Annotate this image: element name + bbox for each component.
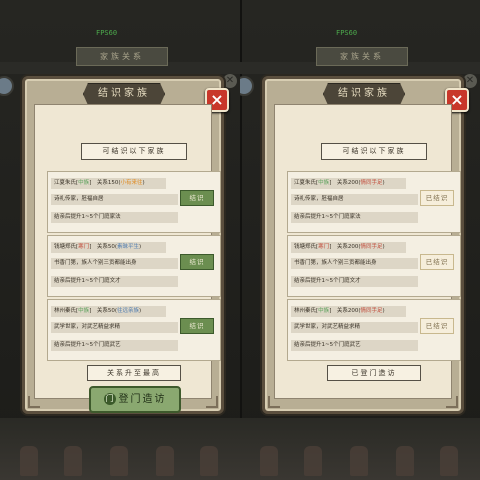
- dialog-title: 结识家族: [83, 83, 165, 105]
- corner-ornament: [446, 396, 458, 408]
- corner-ornament: [268, 396, 280, 408]
- background-title: 家族关系: [316, 47, 408, 66]
- family-name-row: 江夏朱氏[中族] 关系200(情同手足): [291, 178, 406, 189]
- background-footer: [0, 418, 240, 480]
- dialog-body: 可结识以下家族 江夏朱氏[中族] 关系150(小有来往) 诗礼传家，胚福自居 结…: [34, 104, 221, 413]
- relation-max-label: 关系升至最高: [87, 365, 181, 381]
- figure-icon: [260, 446, 278, 476]
- visited-label: 已登门造访: [327, 365, 421, 381]
- screen-left: FPS60 家族关系 ✕ 结识家族 × 可结识以下家族 江夏朱氏[中族] 关系1…: [0, 0, 240, 480]
- befriended-badge: 已结识: [420, 190, 454, 206]
- family-card: 江夏朱氏[中族] 关系150(小有来往) 诗礼传家，胚福自居 结亲后提升1~5个…: [47, 171, 221, 233]
- befriend-button[interactable]: 结识: [180, 254, 214, 270]
- family-card: 林州秦氏[中族] 关系200(情同手足) 武学世家，对武艺精益求精 结亲后提升1…: [287, 299, 461, 361]
- family-bonus: 结亲后提升1~5个门庭家法: [51, 212, 178, 223]
- corner-ornament: [28, 396, 40, 408]
- visit-button[interactable]: 门登门造访: [89, 386, 181, 413]
- figure-icon: [304, 446, 322, 476]
- family-bonus: 结亲后提升1~5个门庭武艺: [291, 340, 418, 351]
- family-bonus: 结亲后提升1~5个门庭文才: [51, 276, 178, 287]
- dialog-title: 结识家族: [323, 83, 405, 105]
- background-close-icon: ✕: [223, 74, 237, 88]
- visit-button-label: 登门造访: [118, 394, 167, 405]
- family-description: 诗礼传家，胚福自居: [51, 194, 178, 205]
- family-name-row: 林州秦氏[中族] 关系50(往远亲族): [51, 306, 166, 317]
- background-close-icon: ✕: [463, 74, 477, 88]
- befriended-badge: 已结识: [420, 254, 454, 270]
- list-header: 可结识以下家族: [321, 143, 427, 160]
- figure-icon: [200, 446, 218, 476]
- list-header: 可结识以下家族: [81, 143, 187, 160]
- family-card: 林州秦氏[中族] 关系50(往远亲族) 武学世家，对武艺精益求精 结亲后提升1~…: [47, 299, 221, 361]
- family-description: 武学世家，对武艺精益求精: [51, 322, 178, 333]
- background-title: 家族关系: [76, 47, 168, 66]
- background-footer: [240, 418, 480, 480]
- fps-counter: FPS60: [336, 29, 358, 37]
- background-circle-icon: [0, 76, 14, 96]
- corner-ornament: [206, 396, 218, 408]
- figure-icon: [396, 446, 414, 476]
- family-description: 书香门第，族人个别三贡都能出身: [51, 258, 178, 269]
- family-description: 书香门第，族人个别三贡都能出身: [291, 258, 418, 269]
- family-bonus: 结亲后提升1~5个门庭文才: [291, 276, 418, 287]
- figure-icon: [440, 446, 458, 476]
- fps-counter: FPS60: [96, 29, 118, 37]
- figure-icon: [350, 446, 368, 476]
- befriend-family-dialog: 结识家族 × 可结识以下家族 江夏朱氏[中族] 关系200(情同手足) 诗礼传家…: [262, 76, 469, 414]
- door-icon: 门: [103, 393, 116, 405]
- family-description: 诗礼传家，胚福自居: [291, 194, 418, 205]
- family-bonus: 结亲后提升1~5个门庭武艺: [51, 340, 178, 351]
- befriend-button[interactable]: 结识: [180, 318, 214, 334]
- family-description: 武学世家，对武艺精益求精: [291, 322, 418, 333]
- background-circle-icon: [240, 76, 254, 96]
- befriend-button[interactable]: 结识: [180, 190, 214, 206]
- screen-right: FPS60 家族关系 ✕ 结识家族 × 可结识以下家族 江夏朱氏[中族] 关系2…: [240, 0, 480, 480]
- family-name-row: 林州秦氏[中族] 关系200(情同手足): [291, 306, 406, 317]
- family-card: 钱塘郑氏[寒门] 关系50(素昧平生) 书香门第，族人个别三贡都能出身 结亲后提…: [47, 235, 221, 297]
- family-card: 江夏朱氏[中族] 关系200(情同手足) 诗礼传家，胚福自居 结亲后提升1~5个…: [287, 171, 461, 233]
- family-card: 钱塘郑氏[寒门] 关系200(情同手足) 书香门第，族人个别三贡都能出身 结亲后…: [287, 235, 461, 297]
- family-name-row: 钱塘郑氏[寒门] 关系50(素昧平生): [51, 242, 166, 253]
- family-bonus: 结亲后提升1~5个门庭家法: [291, 212, 418, 223]
- befriend-family-dialog: 结识家族 × 可结识以下家族 江夏朱氏[中族] 关系150(小有来往) 诗礼传家…: [22, 76, 229, 414]
- family-name-row: 钱塘郑氏[寒门] 关系200(情同手足): [291, 242, 406, 253]
- family-name-row: 江夏朱氏[中族] 关系150(小有来往): [51, 178, 166, 189]
- figure-icon: [64, 446, 82, 476]
- dialog-body: 可结识以下家族 江夏朱氏[中族] 关系200(情同手足) 诗礼传家，胚福自居 结…: [274, 104, 461, 399]
- figure-icon: [156, 446, 174, 476]
- befriended-badge: 已结识: [420, 318, 454, 334]
- figure-icon: [110, 446, 128, 476]
- figure-icon: [20, 446, 38, 476]
